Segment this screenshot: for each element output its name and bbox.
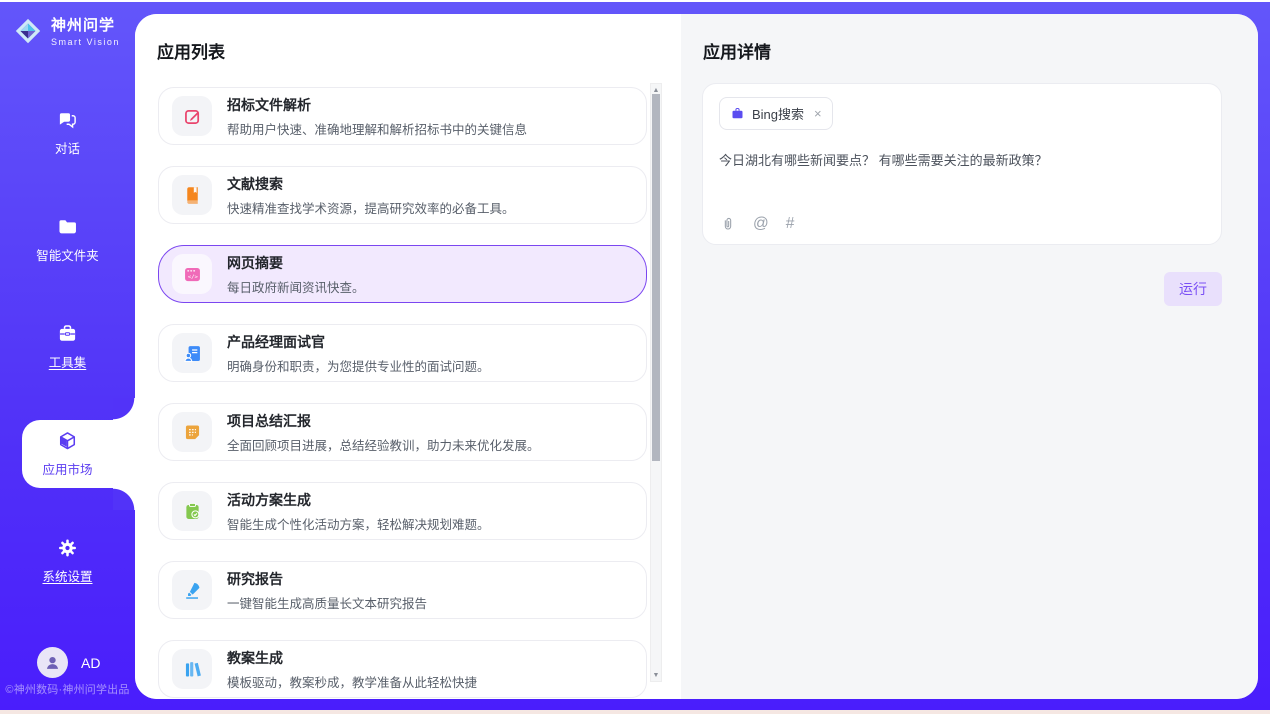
sidebar-item-label: 应用市场 xyxy=(42,459,92,478)
close-icon[interactable]: × xyxy=(814,106,822,121)
app-desc: 帮助用户快速、准确地理解和解析招标书中的关键信息 xyxy=(227,119,527,138)
app-desc: 快速精准查找学术资源，提高研究效率的必备工具。 xyxy=(227,198,515,217)
sidebar-item-chat[interactable]: 对话 xyxy=(0,109,135,157)
book-icon xyxy=(182,185,203,206)
sidebar-item-label: 智能文件夹 xyxy=(36,245,99,264)
list-item-research-report[interactable]: 研究报告 一键智能生成高质量长文本研究报告 xyxy=(158,561,647,619)
list-item-project-summary[interactable]: 项目总结汇报 全面回顾项目进展，总结经验教训，助力未来优化发展。 xyxy=(158,403,647,461)
sidebar-item-label: 对话 xyxy=(55,138,80,157)
list-item-lesson-plan[interactable]: 教案生成 模板驱动，教案秒成，教学准备从此轻松快捷 xyxy=(158,640,647,698)
at-sign-icon[interactable]: @ xyxy=(753,216,769,232)
app-icon-tile xyxy=(172,412,212,452)
list-item-literature-search[interactable]: 文献搜索 快速精准查找学术资源，提高研究效率的必备工具。 xyxy=(158,166,647,224)
app-icon-tile xyxy=(172,649,212,689)
app-icon-tile: </> xyxy=(172,254,212,294)
app-icon-tile xyxy=(172,570,212,610)
paperclip-icon[interactable] xyxy=(720,216,736,232)
app-name: 产品经理面试官 xyxy=(227,332,490,352)
sticky-note-icon xyxy=(182,422,203,443)
list-scrollbar[interactable]: ▲ ▼ xyxy=(650,83,662,682)
app-name: 教案生成 xyxy=(227,648,477,668)
app-list: 招标文件解析 帮助用户快速、准确地理解和解析招标书中的关键信息 文献搜索 快速精… xyxy=(158,87,647,699)
app-desc: 智能生成个性化活动方案，轻松解决规划难题。 xyxy=(227,514,490,533)
prompt-card[interactable]: Bing搜索 × 今日湖北有哪些新闻要点？ 有哪些需要关注的最新政策？ @ # xyxy=(702,83,1222,245)
bubble-curve-top xyxy=(113,398,135,420)
sidebar-nav: 对话 智能文件夹 工具集 应用市场 xyxy=(0,109,135,585)
diamond-logo-icon xyxy=(13,16,43,46)
sidebar-item-app-market[interactable]: 应用市场 xyxy=(0,430,135,478)
app-desc: 每日政府新闻资讯快查。 xyxy=(227,277,365,296)
sidebar: 神州问学 Smart Vision 对话 智能文件夹 工具集 xyxy=(0,0,135,714)
app-detail-panel: 应用详情 Bing搜索 × 今日湖北有哪些新闻要点？ 有哪些需要关注的最新政策？… xyxy=(681,14,1258,699)
list-item-pm-interviewer[interactable]: 产品经理面试官 明确身份和职责，为您提供专业性的面试问题。 xyxy=(158,324,647,382)
app-list-panel: 应用列表 招标文件解析 帮助用户快速、准确地理解和解析招标书中的关键信息 xyxy=(135,14,681,699)
app-icon-tile xyxy=(172,96,212,136)
user-name: AD xyxy=(81,655,100,671)
sidebar-item-label: 工具集 xyxy=(49,352,87,371)
list-item-event-plan[interactable]: 活动方案生成 智能生成个性化活动方案，轻松解决规划难题。 xyxy=(158,482,647,540)
interviewer-doc-icon xyxy=(182,343,203,364)
brand-logo: 神州问学 Smart Vision xyxy=(0,0,135,47)
browser-code-icon: </> xyxy=(182,264,203,285)
brand-name: 神州问学 xyxy=(51,14,120,35)
run-button[interactable]: 运行 xyxy=(1164,272,1222,306)
bubble-curve-bottom xyxy=(113,488,135,510)
toolbox-icon xyxy=(54,323,81,345)
quill-report-icon xyxy=(182,580,203,601)
hash-icon[interactable]: # xyxy=(786,216,795,232)
app-desc: 明确身份和职责，为您提供专业性的面试问题。 xyxy=(227,356,490,375)
app-desc: 一键智能生成高质量长文本研究报告 xyxy=(227,593,427,612)
bottom-edge-strip xyxy=(0,710,1270,714)
app-name: 活动方案生成 xyxy=(227,490,490,510)
app-name: 研究报告 xyxy=(227,569,427,589)
user-account[interactable]: AD xyxy=(37,647,100,678)
app-icon-tile xyxy=(172,491,212,531)
app-list-title: 应用列表 xyxy=(157,38,681,63)
copyright-text: ©神州数码·神州问学出品 xyxy=(0,681,135,697)
avatar xyxy=(37,647,68,678)
sidebar-item-settings[interactable]: 系统设置 xyxy=(0,537,135,585)
scroll-down-icon[interactable]: ▼ xyxy=(651,669,661,681)
app-name: 招标文件解析 xyxy=(227,95,527,115)
list-item-bid-parse[interactable]: 招标文件解析 帮助用户快速、准确地理解和解析招标书中的关键信息 xyxy=(158,87,647,145)
sidebar-item-toolset[interactable]: 工具集 xyxy=(0,323,135,371)
app-icon-tile xyxy=(172,333,212,373)
scrollbar-thumb[interactable] xyxy=(652,94,660,461)
pen-note-icon xyxy=(182,106,203,127)
sidebar-item-label: 系统设置 xyxy=(42,566,92,585)
app-name: 网页摘要 xyxy=(227,253,365,273)
chat-icon xyxy=(54,109,81,131)
tool-tag-label: Bing搜索 xyxy=(752,104,804,123)
tool-tag-bing-search[interactable]: Bing搜索 × xyxy=(719,97,833,130)
folder-icon xyxy=(54,216,81,238)
app-desc: 模板驱动，教案秒成，教学准备从此轻松快捷 xyxy=(227,672,477,691)
app-desc: 全面回顾项目进展，总结经验教训，助力未来优化发展。 xyxy=(227,435,540,454)
main-content: 应用列表 招标文件解析 帮助用户快速、准确地理解和解析招标书中的关键信息 xyxy=(135,14,1258,699)
svg-text:</>: </> xyxy=(187,274,198,280)
app-name: 项目总结汇报 xyxy=(227,411,540,431)
clipboard-check-icon xyxy=(182,501,203,522)
books-icon xyxy=(182,659,203,680)
cube-icon xyxy=(54,430,81,452)
attachment-toolbar: @ # xyxy=(720,216,794,232)
list-item-web-summary[interactable]: </> 网页摘要 每日政府新闻资讯快查。 xyxy=(158,245,647,303)
app-name: 文献搜索 xyxy=(227,174,515,194)
user-avatar-icon xyxy=(43,653,62,672)
sidebar-item-smart-folder[interactable]: 智能文件夹 xyxy=(0,216,135,264)
prompt-text[interactable]: 今日湖北有哪些新闻要点？ 有哪些需要关注的最新政策？ xyxy=(719,151,1205,171)
app-detail-title: 应用详情 xyxy=(703,38,1258,63)
gear-icon xyxy=(54,537,81,559)
app-icon-tile xyxy=(172,175,212,215)
brand-subtitle: Smart Vision xyxy=(51,37,120,47)
briefcase-icon xyxy=(730,106,745,121)
